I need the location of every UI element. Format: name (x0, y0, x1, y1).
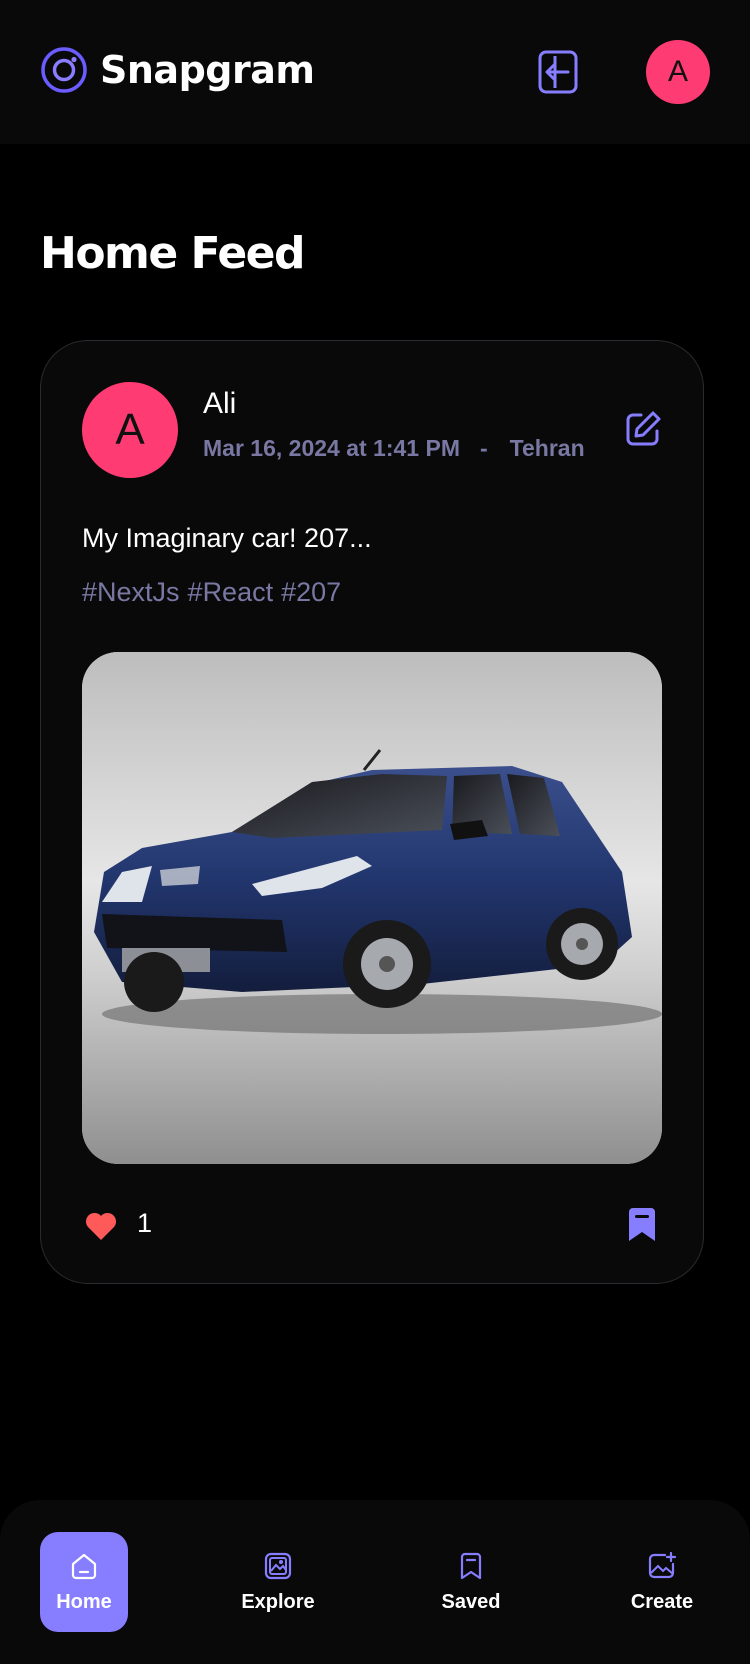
explore-icon (264, 1552, 292, 1579)
post-tags: #NextJs #React #207 (82, 577, 341, 608)
bookmark-icon (460, 1552, 482, 1579)
car-photo (82, 652, 662, 1164)
nav-label-explore: Explore (241, 1590, 315, 1613)
snapgram-logo-icon (41, 47, 87, 93)
bottom-nav: Home Explore Saved Create (0, 1500, 750, 1664)
post-card: A Ali Mar 16, 2024 at 1:41 PM - Tehran M… (40, 340, 704, 1284)
post-caption: My Imaginary car! 207... (82, 523, 372, 553)
nav-explore[interactable]: Explore (230, 1532, 326, 1632)
bookmark-icon[interactable] (625, 1206, 659, 1244)
nav-label-create: Create (630, 1590, 694, 1613)
nav-label-saved: Saved (441, 1590, 501, 1613)
post-image[interactable] (82, 652, 662, 1164)
nav-home[interactable]: Home (40, 1532, 128, 1632)
app-logo[interactable]: Snapgram (40, 46, 315, 94)
nav-label-home: Home (56, 1590, 112, 1613)
post-location: Tehran (509, 435, 585, 461)
top-bar: Snapgram A (0, 0, 750, 144)
post-date: Mar 16, 2024 at 1:41 PM (203, 435, 460, 461)
nav-create[interactable]: Create (616, 1532, 708, 1632)
like-count: 1 (137, 1208, 153, 1238)
page-title: Home Feed (40, 228, 306, 279)
post-meta: Mar 16, 2024 at 1:41 PM - Tehran (203, 435, 585, 462)
post-tag[interactable]: #207 (281, 577, 341, 608)
profile-avatar[interactable]: A (646, 40, 710, 104)
app-name: Snapgram (100, 48, 315, 92)
like-heart-icon[interactable] (83, 1208, 119, 1244)
post-tag[interactable]: #React (188, 577, 274, 608)
meta-separator: - (479, 435, 488, 461)
nav-saved[interactable]: Saved (426, 1532, 516, 1632)
home-icon (71, 1553, 97, 1579)
post-author-avatar[interactable]: A (82, 382, 178, 478)
edit-post-icon[interactable] (623, 409, 663, 449)
logout-icon[interactable] (536, 48, 582, 96)
post-author-name[interactable]: Ali (203, 387, 236, 421)
post-tag[interactable]: #NextJs (82, 577, 180, 608)
create-post-icon (648, 1551, 677, 1578)
